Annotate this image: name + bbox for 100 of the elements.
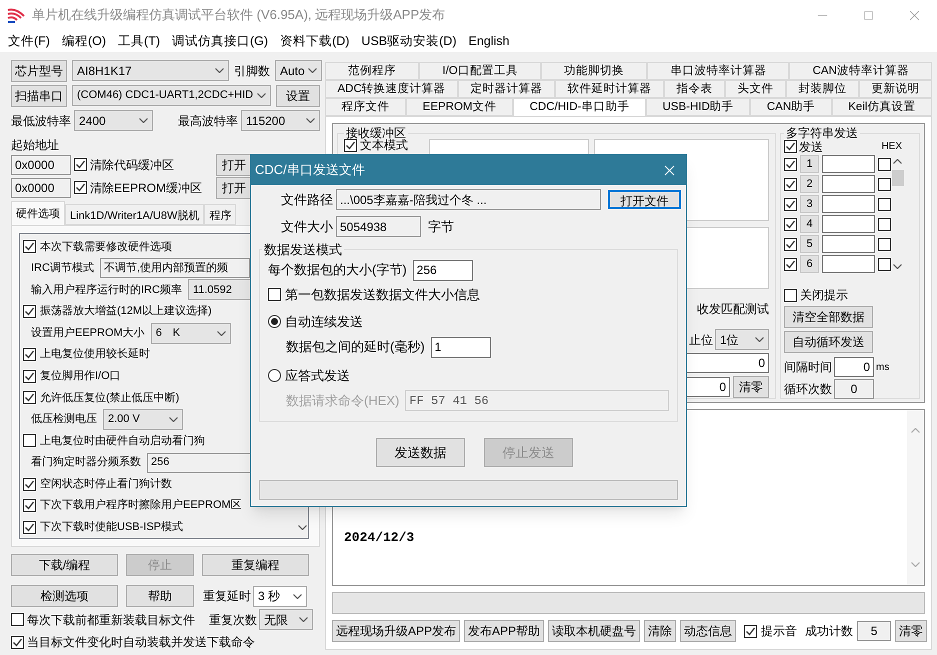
input-field[interactable]: 1 xyxy=(430,336,491,358)
checkbox[interactable] xyxy=(784,288,797,302)
tab[interactable]: 硬件选项 xyxy=(11,201,65,225)
tab[interactable]: 程序 xyxy=(204,204,236,225)
number-button[interactable]: 3 xyxy=(800,195,819,213)
tab[interactable]: CAN助手 xyxy=(750,98,832,116)
tab[interactable]: Link1D/Writer1A/U8W脱机 xyxy=(65,204,204,225)
checkbox[interactable] xyxy=(11,636,24,648)
tab[interactable]: 范例程序 xyxy=(325,62,420,80)
checkbox[interactable] xyxy=(23,305,36,318)
checkbox[interactable] xyxy=(878,238,891,250)
checkbox[interactable] xyxy=(344,139,357,152)
checkbox[interactable] xyxy=(23,434,36,448)
scroll-thumb[interactable] xyxy=(892,170,904,186)
checkbox[interactable] xyxy=(878,178,891,190)
scroll-down-icon[interactable] xyxy=(298,525,307,530)
tab[interactable]: 指令表 xyxy=(664,80,726,98)
menu-item[interactable]: USB驱动安装(D) xyxy=(355,32,462,50)
dropdown[interactable]: Auto xyxy=(275,60,322,81)
input-field[interactable] xyxy=(822,155,875,173)
input-field[interactable] xyxy=(822,195,875,213)
input-field[interactable]: 不调节,使用内部预置的频 xyxy=(100,258,250,278)
checkbox[interactable] xyxy=(11,613,24,626)
checkbox[interactable] xyxy=(23,520,36,534)
checkbox[interactable] xyxy=(784,198,797,210)
input-field[interactable]: 256 xyxy=(412,260,473,280)
settings-button[interactable]: 设置 xyxy=(276,84,320,106)
checkbox[interactable] xyxy=(784,178,797,190)
send-data-button[interactable]: 发送数据 xyxy=(376,438,465,467)
action-button[interactable]: 动态信息 xyxy=(680,620,736,642)
menu-item[interactable]: 资料下载(D) xyxy=(274,32,356,50)
checkbox[interactable] xyxy=(784,218,797,230)
menu-item[interactable]: 工具(T) xyxy=(112,32,166,50)
dropdown[interactable]: (COM46) CDC1-UART1,2CDC+HID xyxy=(72,85,271,106)
action-button[interactable]: 重复编程 xyxy=(202,554,309,576)
checkbox[interactable] xyxy=(784,140,797,153)
number-button[interactable]: 1 xyxy=(800,155,819,173)
tab[interactable]: 定时器计算器 xyxy=(458,80,556,98)
checkbox[interactable] xyxy=(268,288,281,301)
input-field[interactable]: 0x0000 xyxy=(11,178,71,198)
menu-item[interactable]: English xyxy=(462,32,516,50)
dropdown[interactable]: 1位 xyxy=(715,329,769,350)
scroll-down-icon[interactable] xyxy=(893,264,902,269)
tab[interactable]: 软件延时计算器 xyxy=(555,80,664,98)
input-field[interactable] xyxy=(822,175,875,193)
clear-button[interactable]: 清零 xyxy=(895,620,928,642)
checkbox[interactable] xyxy=(23,348,36,362)
input-field[interactable]: 0 xyxy=(834,379,874,399)
tab[interactable]: USB-HID助手 xyxy=(646,98,750,116)
input-field[interactable]: 0 xyxy=(834,357,874,377)
number-button[interactable]: 4 xyxy=(800,215,819,233)
action-button[interactable]: 发布APP帮助 xyxy=(464,620,544,642)
checkbox[interactable] xyxy=(74,181,87,194)
tab[interactable]: I/O口配置工具 xyxy=(419,62,541,80)
tab[interactable]: 串口波特率计算器 xyxy=(647,62,790,80)
action-button[interactable]: 远程现场升级APP发布 xyxy=(332,620,460,642)
dropdown[interactable]: 2.00 V xyxy=(103,408,183,430)
action-button[interactable]: 下载/编程 xyxy=(11,554,118,576)
checkbox[interactable] xyxy=(74,158,87,171)
checkbox[interactable] xyxy=(23,478,36,491)
checkbox[interactable] xyxy=(878,218,891,230)
checkbox[interactable] xyxy=(878,158,891,170)
chip-model-button[interactable]: 芯片型号 xyxy=(11,60,67,82)
input-field[interactable]: 5 xyxy=(857,621,892,641)
tab[interactable]: 封装脚位 xyxy=(786,80,859,98)
input-field[interactable]: ...\005李嘉嘉-陪我过个冬 ... xyxy=(336,189,601,210)
checkbox[interactable] xyxy=(784,158,797,170)
checkbox[interactable] xyxy=(23,499,36,512)
checkbox[interactable] xyxy=(878,198,891,210)
auto-loop-button[interactable]: 自动循环发送 xyxy=(784,331,873,353)
checkbox[interactable] xyxy=(784,238,797,250)
tab[interactable]: 更新说明 xyxy=(859,80,932,98)
tab[interactable]: CAN波特率计算器 xyxy=(789,62,932,80)
tab[interactable]: EEPROM文件 xyxy=(406,98,514,116)
open-file-button[interactable]: 打开文件 xyxy=(608,190,681,209)
number-button[interactable]: 6 xyxy=(800,255,819,273)
checkbox[interactable] xyxy=(784,258,797,270)
radio-button[interactable] xyxy=(268,315,281,328)
scroll-up-icon[interactable] xyxy=(893,159,902,164)
tool-button[interactable]: 帮助 xyxy=(126,585,194,607)
dropdown[interactable]: 115200 xyxy=(241,110,320,131)
checkbox[interactable] xyxy=(23,240,36,254)
menu-item[interactable]: 调试仿真接口(G) xyxy=(166,32,274,50)
tab[interactable]: CDC/HID-串口助手 xyxy=(513,98,646,116)
input-field[interactable]: 0x0000 xyxy=(11,154,71,174)
clear-button[interactable]: 清零 xyxy=(733,376,769,398)
input-field[interactable]: 5054938 xyxy=(336,216,421,237)
action-button[interactable]: 读取本机硬盘号 xyxy=(548,620,640,642)
tool-button[interactable]: 检测选项 xyxy=(11,585,118,607)
input-field[interactable] xyxy=(822,235,875,253)
menu-item[interactable]: 编程(O) xyxy=(56,32,112,50)
tab[interactable]: Keil仿真设置 xyxy=(832,98,932,116)
checkbox[interactable] xyxy=(744,624,758,638)
dropdown[interactable]: 3 秒 xyxy=(253,586,307,606)
dropdown[interactable]: 无限 xyxy=(259,609,313,630)
action-button[interactable]: 清除 xyxy=(644,620,676,642)
input-field[interactable] xyxy=(822,255,875,273)
tab[interactable]: 程序文件 xyxy=(325,98,406,116)
checkbox[interactable] xyxy=(878,258,891,270)
dropdown[interactable]: AI8H1K17 xyxy=(72,60,229,81)
